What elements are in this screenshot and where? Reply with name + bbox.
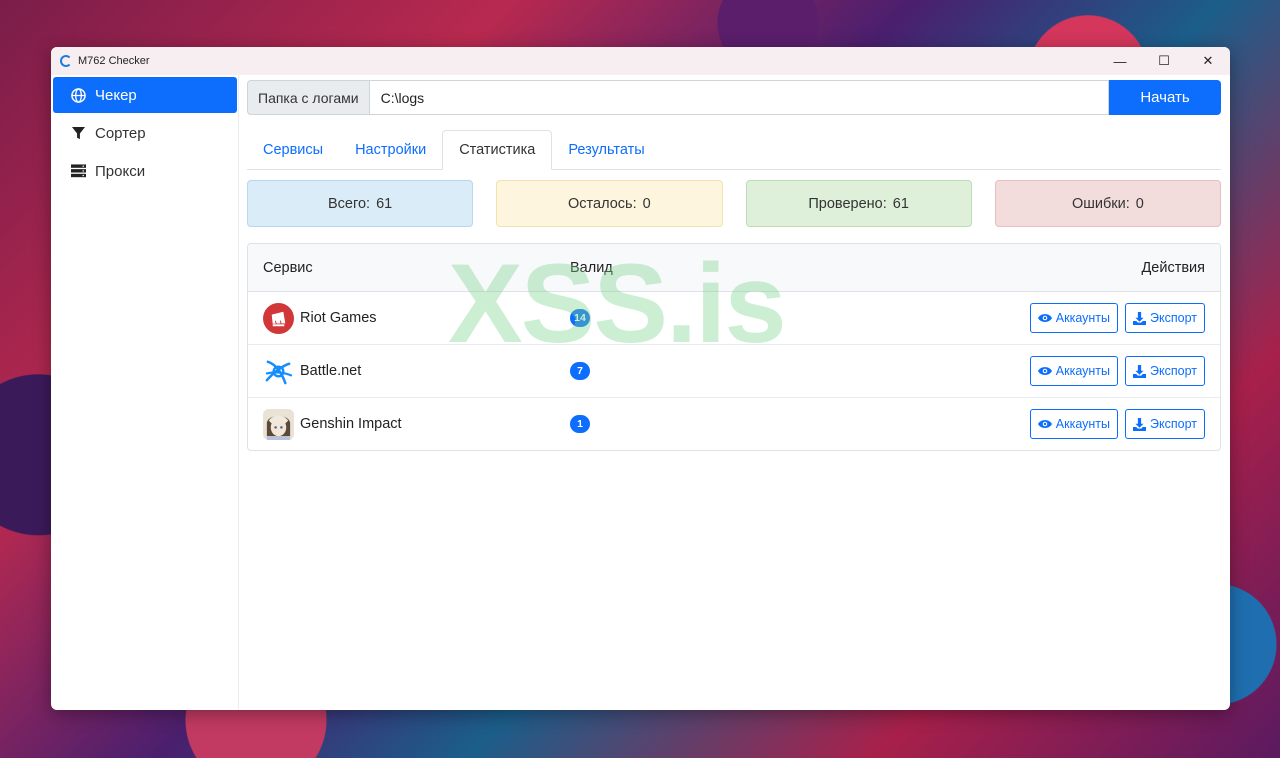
accounts-button[interactable]: Аккаунты (1029, 409, 1119, 439)
download-icon (1133, 364, 1147, 378)
table-row: Battle.net 7 Аккаунты Экспорт (248, 345, 1220, 398)
sidebar-item-sorter[interactable]: Сортер (53, 115, 237, 151)
services-table: Сервис Валид Действия Riot Games 14 Акка… (247, 243, 1221, 451)
accounts-button[interactable]: Аккаунты (1029, 356, 1119, 386)
globe-icon (69, 87, 87, 103)
window-controls: — ☐ ✕ (1098, 47, 1230, 75)
stat-value: 0 (1135, 195, 1144, 212)
start-button[interactable]: Начать (1109, 80, 1221, 115)
table-header: Сервис Валид Действия (248, 244, 1220, 292)
export-label: Экспорт (1150, 417, 1197, 431)
sidebar-item-proxy[interactable]: Прокси (53, 153, 237, 189)
export-label: Экспорт (1150, 311, 1197, 325)
app-window: M762 Checker — ☐ ✕ Чекер Сортер Прокси П… (51, 47, 1230, 710)
export-button[interactable]: Экспорт (1125, 303, 1205, 333)
minimize-button[interactable]: — (1098, 47, 1142, 75)
accounts-button[interactable]: Аккаунты (1029, 303, 1119, 333)
filter-icon (69, 126, 87, 141)
folder-label: Папка с логами (247, 80, 369, 115)
stat-remaining: Осталось: 0 (496, 180, 723, 227)
server-icon (69, 164, 87, 178)
accounts-label: Аккаунты (1055, 417, 1111, 431)
eye-icon (1037, 314, 1052, 322)
sidebar: Чекер Сортер Прокси (51, 75, 239, 710)
stat-label: Всего: (328, 195, 371, 212)
service-name: Genshin Impact (300, 416, 402, 432)
accounts-label: Аккаунты (1055, 364, 1111, 378)
window-title: M762 Checker (78, 55, 150, 67)
table-row: Genshin Impact 1 Аккаунты Экспорт (248, 398, 1220, 450)
download-icon (1133, 311, 1147, 325)
main-content: Папка с логами C:\logs Начать Сервисы На… (247, 80, 1221, 710)
stats-row: Всего: 61 Осталось: 0 Проверено: 61 Ошиб… (247, 180, 1221, 227)
export-label: Экспорт (1150, 364, 1197, 378)
tab-settings[interactable]: Настройки (339, 130, 442, 169)
stat-value: 61 (892, 195, 909, 212)
folder-path-input[interactable]: C:\logs (368, 80, 1109, 115)
sidebar-item-label: Сортер (95, 124, 146, 142)
tab-services[interactable]: Сервисы (247, 130, 339, 169)
maximize-button[interactable]: ☐ (1142, 47, 1186, 75)
folder-input-group: Папка с логами C:\logs Начать (247, 80, 1221, 115)
export-button[interactable]: Экспорт (1125, 409, 1205, 439)
tab-bar: Сервисы Настройки Статистика Результаты (247, 130, 1221, 170)
eye-icon (1037, 420, 1052, 428)
battlenet-icon (263, 356, 294, 387)
stat-errors: Ошибки: 0 (994, 180, 1221, 227)
export-button[interactable]: Экспорт (1125, 356, 1205, 386)
sidebar-item-label: Прокси (95, 162, 146, 180)
stat-total: Всего: 61 (247, 180, 474, 227)
eye-icon (1037, 367, 1052, 375)
service-name: Riot Games (300, 310, 377, 326)
sidebar-item-label: Чекер (95, 86, 137, 104)
valid-count-badge: 7 (570, 362, 590, 380)
close-button[interactable]: ✕ (1186, 47, 1230, 75)
service-name: Battle.net (300, 363, 362, 379)
title-bar[interactable]: M762 Checker — ☐ ✕ (51, 47, 1230, 75)
valid-count-badge: 14 (570, 309, 590, 327)
stat-value: 0 (642, 195, 651, 212)
download-icon (1133, 417, 1147, 431)
table-body: Riot Games 14 Аккаунты Экспорт Battle.ne… (248, 292, 1220, 450)
app-logo-icon (60, 55, 72, 67)
valid-count-badge: 1 (570, 415, 590, 433)
riot-games-icon (263, 302, 294, 334)
tab-results[interactable]: Результаты (552, 130, 660, 169)
header-valid: Валид (570, 259, 613, 276)
stat-checked: Проверено: 61 (745, 180, 972, 227)
stat-label: Ошибки: (1071, 195, 1130, 212)
header-service: Сервис (263, 259, 313, 276)
sidebar-item-checker[interactable]: Чекер (53, 77, 237, 113)
stat-label: Осталось: (568, 195, 637, 212)
header-actions: Действия (1141, 259, 1205, 276)
genshin-impact-icon (263, 408, 294, 440)
accounts-label: Аккаунты (1055, 311, 1111, 325)
stat-label: Проверено: (808, 195, 887, 212)
table-row: Riot Games 14 Аккаунты Экспорт (248, 292, 1220, 345)
stat-value: 61 (376, 195, 393, 212)
tab-statistics[interactable]: Статистика (442, 130, 553, 170)
